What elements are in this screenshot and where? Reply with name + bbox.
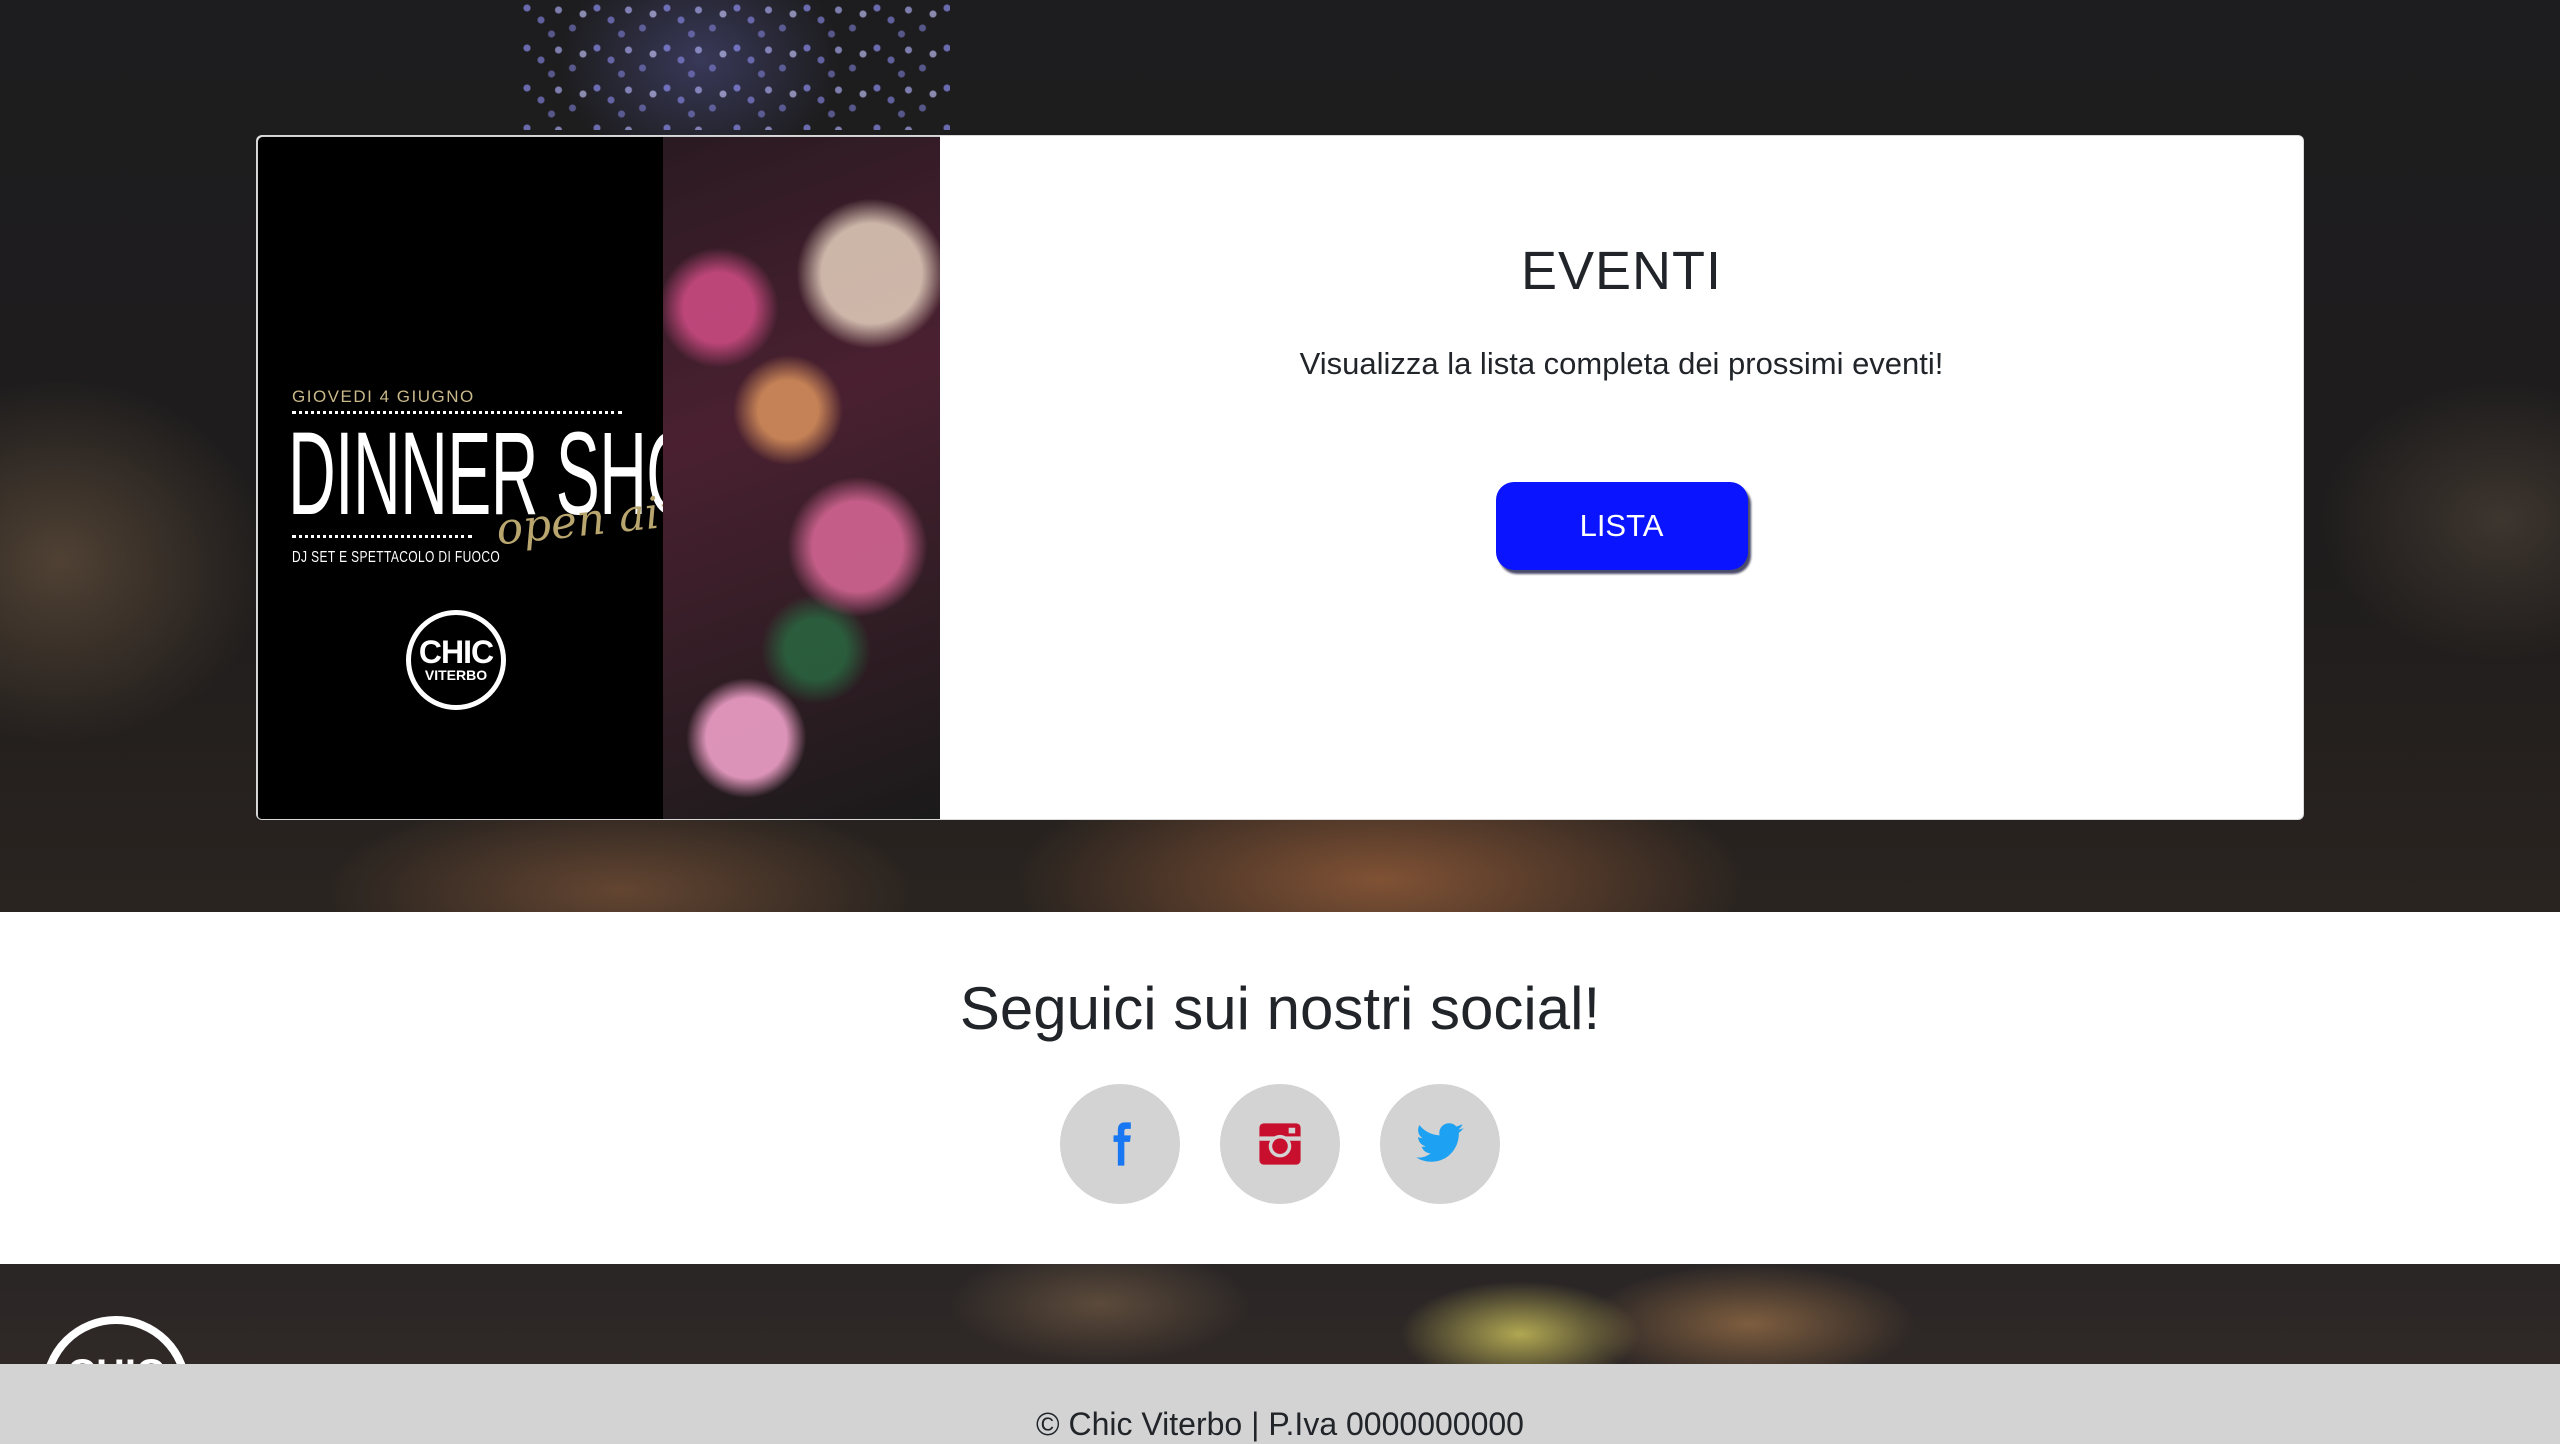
twitter-button[interactable] [1380, 1084, 1500, 1204]
social-title: Seguici sui nostri social! [959, 975, 1601, 1042]
poster-text-panel: GIOVEDI 4 GIUGNO DINNER SHOW open air DJ… [258, 137, 760, 819]
copyright-text: © Chic Viterbo | P.Iva 0000000000 [1036, 1406, 1524, 1442]
event-title: EVENTI [1520, 241, 1723, 301]
poster-date: GIOVEDI 4 GIUGNO [292, 387, 475, 406]
footer-background: CHIC [0, 1264, 2560, 1364]
event-poster[interactable]: GIOVEDI 4 GIUGNO DINNER SHOW open air DJ… [257, 136, 940, 819]
list-button[interactable]: LISTA [1495, 481, 1748, 570]
poster-logo: CHIC VITERBO [406, 610, 506, 710]
instagram-button[interactable] [1220, 1084, 1340, 1204]
social-icons [0, 1084, 2560, 1204]
poster-logo-line1: CHIC [418, 634, 494, 671]
hero-background: GIOVEDI 4 GIUGNO DINNER SHOW open air DJ… [0, 0, 2560, 912]
instagram-icon [1259, 1123, 1301, 1165]
background-lights [520, 0, 950, 130]
poster-photo [663, 137, 940, 819]
twitter-icon [1416, 1123, 1464, 1162]
footer-logo[interactable]: CHIC [42, 1316, 190, 1364]
facebook-icon [1113, 1122, 1131, 1166]
poster-subtitle: DJ SET E SPETTACOLO DI FUOCO [292, 549, 501, 566]
event-card: GIOVEDI 4 GIUGNO DINNER SHOW open air DJ… [256, 135, 2304, 820]
event-body: EVENTI Visualizza la lista completa dei … [940, 136, 2303, 819]
poster-logo-line2: VITERBO [424, 667, 488, 684]
footer-bar: © Chic Viterbo | P.Iva 0000000000 [0, 1364, 2560, 1444]
event-description: Visualizza la lista completa dei prossim… [1299, 345, 1944, 381]
poster-divider-bottom [292, 535, 472, 538]
facebook-button[interactable] [1060, 1084, 1180, 1204]
social-section: Seguici sui nostri social! [0, 912, 2560, 1264]
